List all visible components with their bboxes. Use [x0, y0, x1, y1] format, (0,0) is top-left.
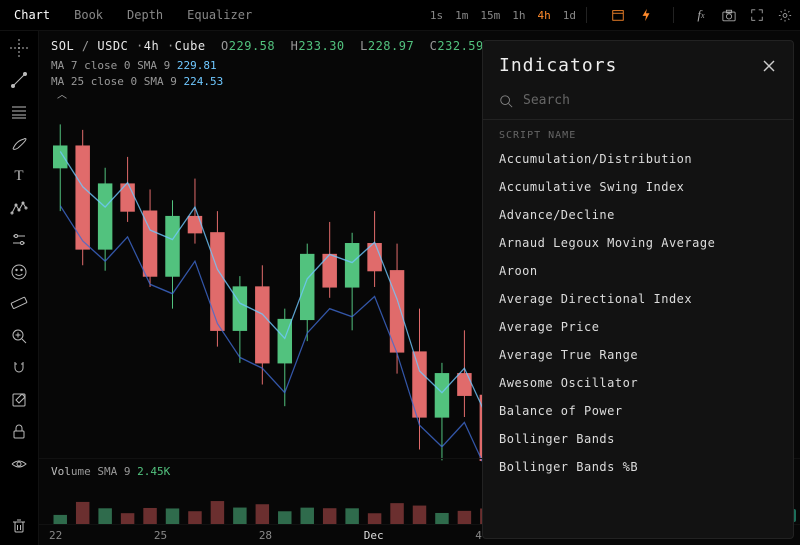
indicator-item[interactable]: Awesome Oscillator: [483, 369, 793, 397]
indicator-item[interactable]: Average Directional Index: [483, 285, 793, 313]
indicator-item[interactable]: Bollinger Bands: [483, 425, 793, 453]
fib-icon[interactable]: [10, 103, 28, 121]
top-toolbar: Chart Book Depth Equalizer 1s 1m 15m 1h …: [0, 0, 800, 31]
tf-1d[interactable]: 1d: [563, 9, 576, 22]
fullscreen-icon[interactable]: [750, 8, 764, 22]
magnet-icon[interactable]: [10, 359, 28, 377]
indicator-item[interactable]: Aroon: [483, 257, 793, 285]
trash-icon[interactable]: [10, 517, 28, 535]
settings-sliders-icon[interactable]: [10, 231, 28, 249]
indicator-item[interactable]: Advance/Decline: [483, 201, 793, 229]
search-icon: [499, 94, 513, 108]
eye-icon[interactable]: [10, 455, 28, 473]
drawing-toolbar: T: [0, 31, 39, 545]
script-name-header: SCRIPT NAME: [483, 120, 793, 145]
zoom-in-icon[interactable]: [10, 327, 28, 345]
close-icon[interactable]: [761, 58, 777, 74]
indicators-panel: Indicators SCRIPT NAME Accumulation/Dist…: [482, 40, 794, 539]
gear-icon[interactable]: [778, 8, 792, 22]
timeframe-selector: 1s 1m 15m 1h 4h 1d: [430, 9, 576, 22]
trendline-icon[interactable]: [10, 71, 28, 89]
panel-title: Indicators: [499, 55, 617, 76]
camera-icon[interactable]: [722, 8, 736, 22]
tf-1m[interactable]: 1m: [455, 9, 468, 22]
pattern-icon[interactable]: [10, 199, 28, 217]
tf-1s[interactable]: 1s: [430, 9, 443, 22]
indicator-item[interactable]: Accumulation/Distribution: [483, 145, 793, 173]
indicator-item[interactable]: Accumulative Swing Index: [483, 173, 793, 201]
indicator-list: Accumulation/DistributionAccumulative Sw…: [483, 145, 793, 538]
tab-chart[interactable]: Chart: [14, 8, 50, 22]
tab-equalizer[interactable]: Equalizer: [187, 8, 252, 22]
emoji-icon[interactable]: [10, 263, 28, 281]
ruler-icon[interactable]: [10, 295, 28, 313]
tf-4h[interactable]: 4h: [538, 9, 551, 22]
toolbar-icons: fx: [611, 7, 792, 23]
tab-depth[interactable]: Depth: [127, 8, 163, 22]
lightning-icon[interactable]: [639, 8, 653, 22]
text-icon[interactable]: T: [10, 167, 28, 185]
crosshair-icon[interactable]: [10, 39, 28, 57]
tf-15m[interactable]: 15m: [480, 9, 500, 22]
volume-legend: VolVolume SMA 9 ume SMA 9 2.45K: [51, 465, 170, 478]
indicator-item[interactable]: Balance of Power: [483, 397, 793, 425]
view-tabs: Chart Book Depth Equalizer: [14, 8, 252, 22]
indicator-item[interactable]: Bollinger Bands %B: [483, 453, 793, 481]
indicator-item[interactable]: Average Price: [483, 313, 793, 341]
indicator-item[interactable]: Average True Range: [483, 341, 793, 369]
tf-1h[interactable]: 1h: [512, 9, 525, 22]
indicator-item[interactable]: Arnaud Legoux Moving Average: [483, 229, 793, 257]
brush-icon[interactable]: [10, 135, 28, 153]
lock-icon[interactable]: [10, 423, 28, 441]
calendar-icon[interactable]: [611, 8, 625, 22]
search-input[interactable]: [521, 92, 777, 109]
fx-icon[interactable]: fx: [694, 8, 708, 22]
tab-book[interactable]: Book: [74, 8, 103, 22]
edit-icon[interactable]: [10, 391, 28, 409]
